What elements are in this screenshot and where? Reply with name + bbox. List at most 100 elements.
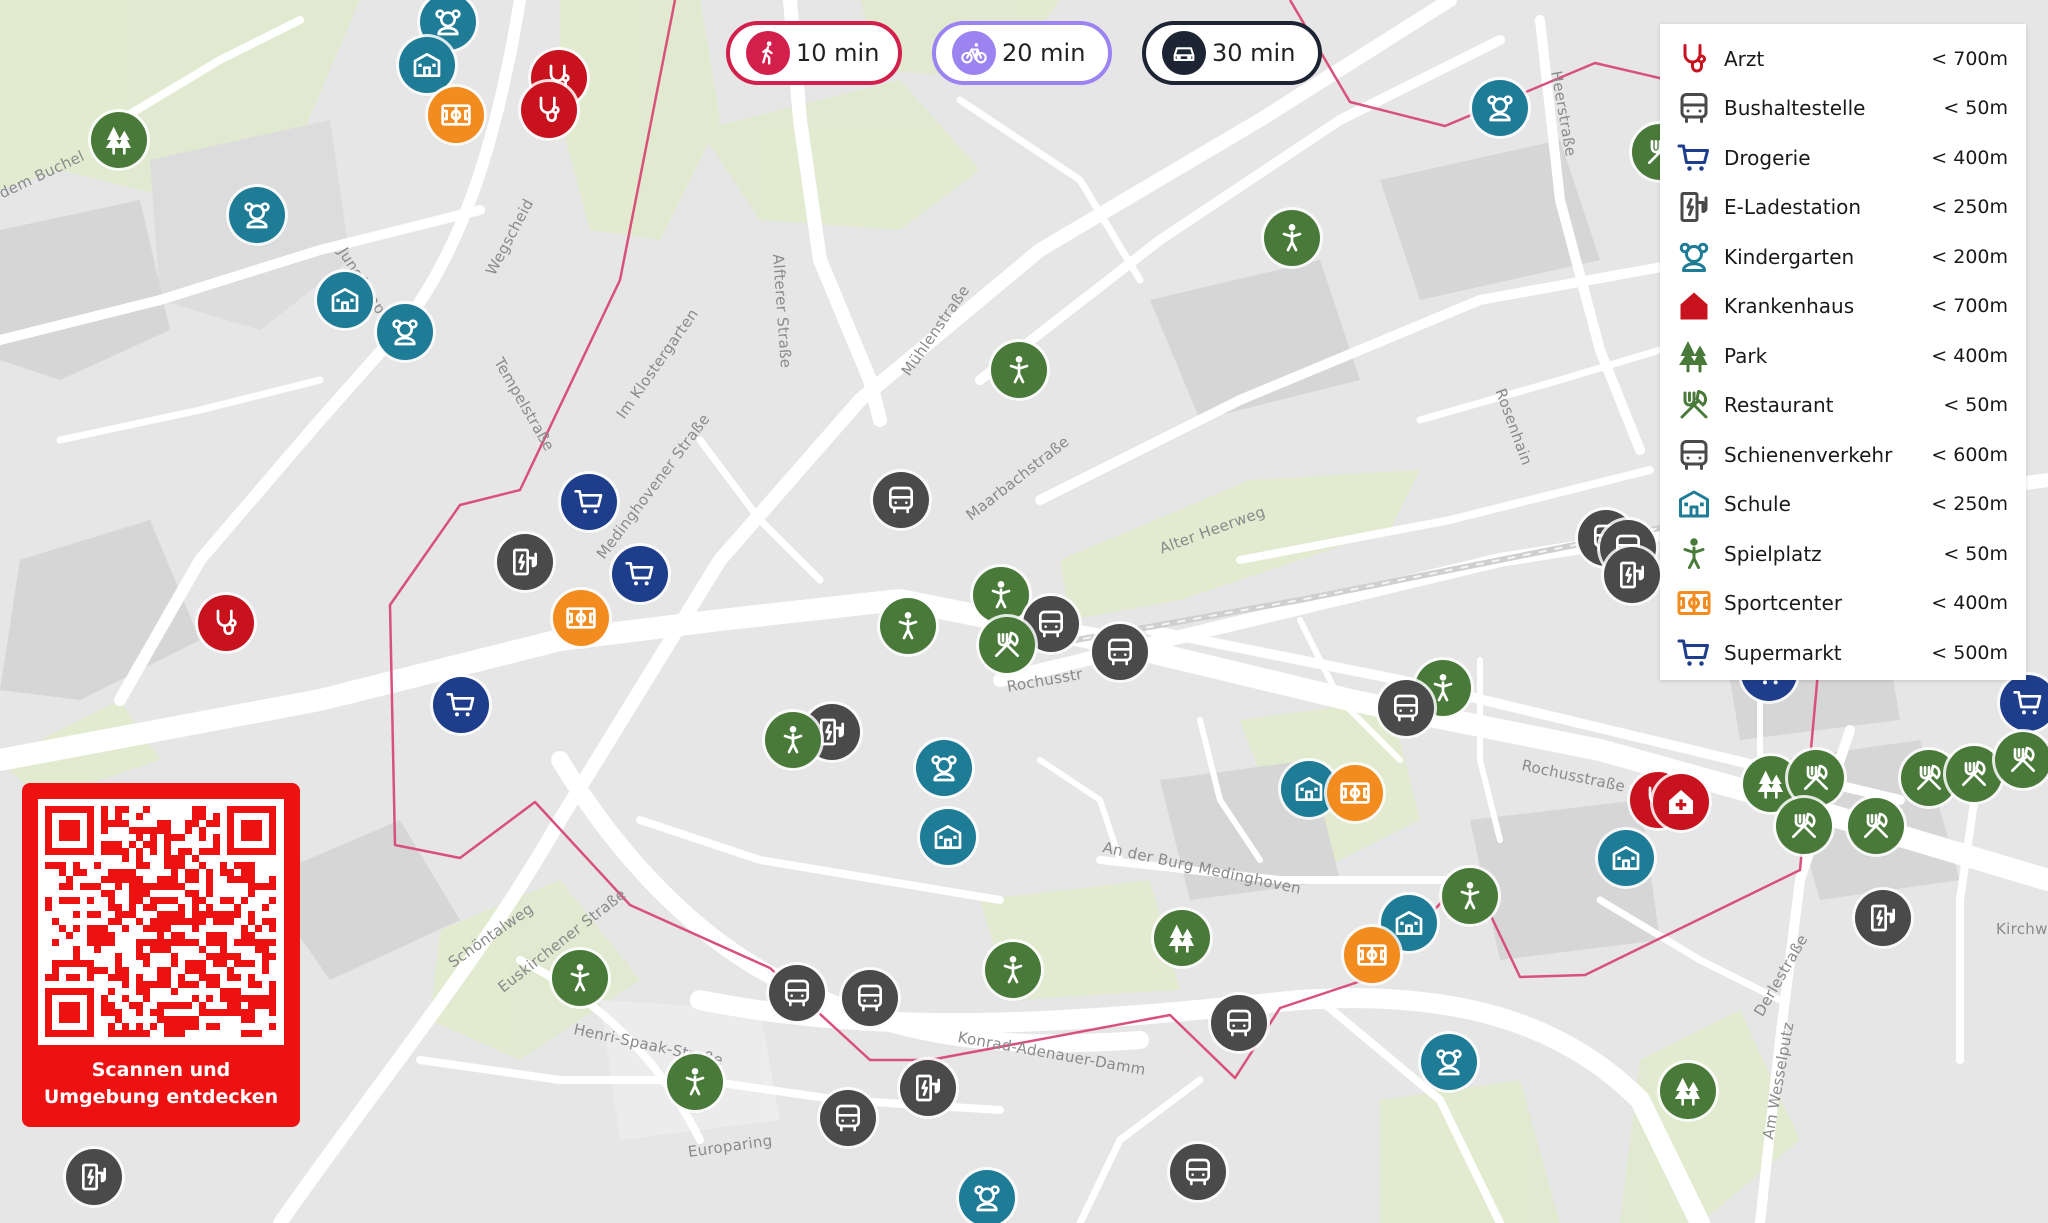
poi-marker-eladen[interactable] (1604, 547, 1660, 603)
legend-label: Kindergarten (1724, 244, 1855, 269)
poi-marker-kita[interactable] (916, 740, 972, 796)
poi-marker-schule[interactable] (1598, 830, 1654, 886)
poi-marker-kita[interactable] (1472, 80, 1528, 136)
poi-marker-bus[interactable] (1170, 1144, 1226, 1200)
fork-knife-icon (1860, 810, 1892, 842)
poi-marker-spielplatz[interactable] (880, 598, 936, 654)
car-icon (1162, 31, 1206, 75)
poi-marker-arzt[interactable] (198, 595, 254, 651)
poi-marker-supermarkt[interactable] (2000, 675, 2048, 731)
sport-field-icon (440, 99, 472, 131)
poi-marker-restaurant[interactable] (1848, 798, 1904, 854)
mode-car-button[interactable]: 30 min (1142, 21, 1322, 85)
legend-distance: < 400m (1931, 146, 2008, 169)
mode-bike-button[interactable]: 20 min (932, 21, 1112, 85)
poi-marker-spielplatz[interactable] (552, 950, 608, 1006)
legend-item-eladen: E-Ladestation < 250m (1674, 183, 2008, 233)
qr-caption-line-2: Umgebung entdecken (43, 1086, 279, 1108)
poi-marker-supermarkt[interactable] (561, 474, 617, 530)
legend-item-schule: Schule < 250m (1674, 480, 2008, 530)
poi-marker-restaurant[interactable] (1946, 746, 2002, 802)
poi-marker-restaurant[interactable] (1788, 750, 1844, 806)
poi-marker-restaurant[interactable] (979, 617, 1035, 673)
playground-icon (564, 962, 596, 994)
poi-marker-spielplatz[interactable] (1264, 210, 1320, 266)
trees-icon (1166, 922, 1198, 954)
fork-knife-icon (991, 629, 1023, 661)
poi-marker-sport[interactable] (553, 590, 609, 646)
legend-distance: < 250m (1931, 196, 2008, 219)
teddy-bear-icon (971, 1182, 1003, 1214)
bus-icon (1104, 636, 1136, 668)
mode-walk-label: 10 min (796, 39, 880, 67)
map-view[interactable]: Wegscheid Alfterer Straße Mühlenstraße Maar… (0, 0, 2048, 1223)
qr-code[interactable] (38, 799, 284, 1045)
poi-marker-park[interactable] (1154, 910, 1210, 966)
poi-marker-kita[interactable] (1421, 1034, 1477, 1090)
teddy-bear-icon (432, 6, 464, 38)
stethoscope-icon (210, 607, 242, 639)
teddy-bear-icon (1674, 237, 1714, 277)
playground-icon (892, 610, 924, 642)
poi-marker-sport[interactable] (1327, 765, 1383, 821)
stethoscope-icon (533, 94, 565, 126)
teddy-bear-icon (1433, 1046, 1465, 1078)
legend-item-supermarkt: Supermarkt < 500m (1674, 628, 2008, 678)
poi-marker-bus[interactable] (842, 970, 898, 1026)
poi-marker-arzt[interactable] (521, 82, 577, 138)
poi-marker-eladen[interactable] (66, 1149, 122, 1205)
poi-marker-supermarkt[interactable] (433, 677, 489, 733)
poi-marker-spielplatz[interactable] (985, 942, 1041, 998)
teddy-bear-icon (389, 316, 421, 348)
legend-distance: < 200m (1931, 245, 2008, 268)
poi-marker-eladen[interactable] (900, 1060, 956, 1116)
street-label: Kirchw (1996, 920, 2048, 938)
poi-marker-spielplatz[interactable] (765, 712, 821, 768)
charging-station-icon (1674, 187, 1714, 227)
poi-marker-restaurant[interactable] (1776, 798, 1832, 854)
poi-marker-bus[interactable] (873, 472, 929, 528)
poi-marker-eladen[interactable] (497, 534, 553, 590)
fork-knife-icon (1913, 762, 1945, 794)
poi-marker-bus[interactable] (769, 965, 825, 1021)
poi-marker-sport[interactable] (428, 87, 484, 143)
poi-marker-restaurant[interactable] (1995, 732, 2048, 788)
poi-marker-schule[interactable] (920, 809, 976, 865)
poi-marker-park[interactable] (91, 112, 147, 168)
poi-marker-krankenhaus[interactable] (1653, 774, 1709, 830)
legend-label: Spielplatz (1724, 541, 1822, 566)
poi-marker-sport[interactable] (1344, 927, 1400, 983)
cart-icon (1674, 633, 1714, 673)
cart-icon (1674, 138, 1714, 178)
poi-marker-bus[interactable] (1092, 624, 1148, 680)
fork-knife-icon (2007, 744, 2039, 776)
poi-marker-spielplatz[interactable] (667, 1054, 723, 1110)
fork-knife-icon (1788, 810, 1820, 842)
mode-bike-label: 20 min (1002, 39, 1086, 67)
poi-marker-kita[interactable] (959, 1170, 1015, 1223)
school-icon (1393, 907, 1425, 939)
school-icon (1610, 842, 1642, 874)
legend-item-bus: Bushaltestelle < 50m (1674, 84, 2008, 134)
legend-label: Schienenverkehr (1724, 442, 1893, 467)
poi-marker-schule[interactable] (317, 272, 373, 328)
poi-marker-bus[interactable] (1378, 680, 1434, 736)
poi-marker-schule[interactable] (399, 37, 455, 93)
poi-marker-spielplatz[interactable] (1442, 868, 1498, 924)
poi-marker-spielplatz[interactable] (973, 567, 1029, 623)
poi-marker-park[interactable] (1660, 1063, 1716, 1119)
poi-marker-eladen[interactable] (1855, 890, 1911, 946)
poi-marker-bus[interactable] (1211, 995, 1267, 1051)
legend-label: Sportcenter (1724, 591, 1843, 616)
legend-label: Arzt (1724, 46, 1765, 71)
poi-marker-spielplatz[interactable] (991, 342, 1047, 398)
poi-marker-kita[interactable] (229, 187, 285, 243)
fork-knife-icon (1958, 758, 1990, 790)
poi-marker-bus[interactable] (820, 1090, 876, 1146)
mode-walk-button[interactable]: 10 min (726, 21, 902, 85)
sport-field-icon (1356, 939, 1388, 971)
legend-item-kita: Kindergarten < 200m (1674, 232, 2008, 282)
poi-marker-supermarkt[interactable] (612, 546, 668, 602)
poi-marker-kita[interactable] (377, 304, 433, 360)
qr-code-card[interactable]: Scannen und Umgebung entdecken (22, 783, 300, 1127)
